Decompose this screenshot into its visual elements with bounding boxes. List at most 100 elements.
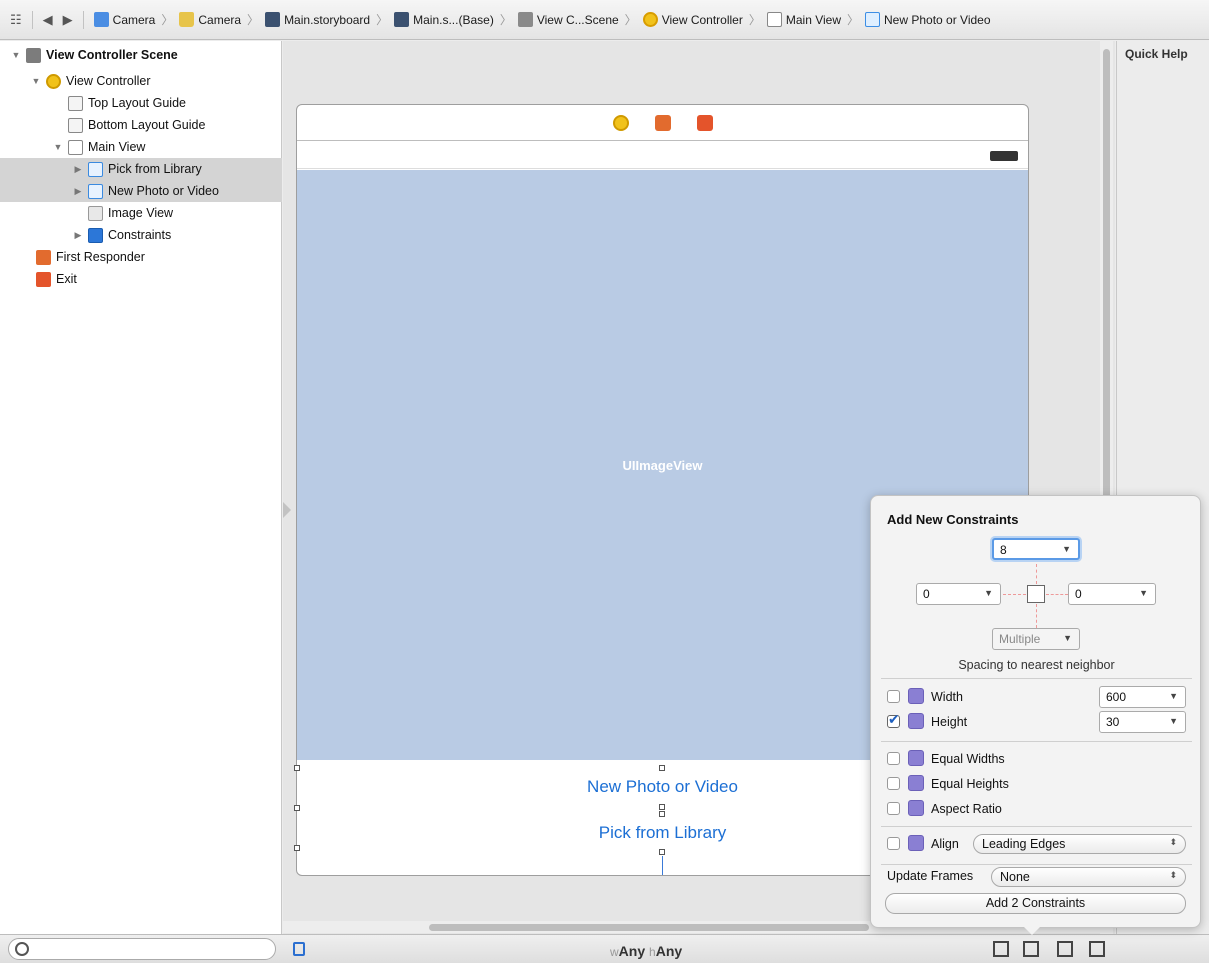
breadcrumb-scene[interactable]: View C...Scene — [517, 12, 619, 27]
outline-item-bottom-layout-guide[interactable]: Bottom Layout Guide — [0, 114, 282, 136]
breadcrumb-folder[interactable]: Camera — [179, 12, 241, 27]
pin-line-right[interactable] — [1046, 594, 1068, 595]
chevron-down-icon: ▼ — [984, 588, 993, 598]
breadcrumb-storyboard-base[interactable]: Main.s...(Base) — [394, 12, 494, 27]
view-controller-icon — [642, 12, 658, 27]
button-icon — [88, 183, 103, 199]
exit-icon — [36, 271, 51, 287]
breadcrumb-view-controller[interactable]: View Controller — [642, 12, 743, 27]
equal-heights-icon — [908, 775, 924, 791]
disclosure-closed-icon[interactable]: ▶ — [72, 186, 84, 197]
aspect-ratio-checkbox[interactable] — [887, 802, 900, 815]
width-icon — [908, 688, 924, 704]
height-combo[interactable]: 30 ▼ — [1099, 711, 1186, 733]
disclosure-open-icon[interactable]: ▼ — [10, 50, 22, 60]
exit-icon[interactable] — [696, 114, 713, 131]
resize-handle[interactable] — [294, 805, 300, 811]
resize-handle[interactable] — [294, 845, 300, 851]
outline-item-exit[interactable]: Exit — [0, 268, 282, 290]
pin-icon[interactable] — [1023, 941, 1039, 957]
left-spacing-combo[interactable]: 0 ▼ — [916, 583, 1001, 605]
first-responder-icon — [36, 249, 51, 265]
outline-item-constraints[interactable]: ▶ Constraints — [0, 224, 282, 246]
chevron-down-icon: ▼ — [1169, 716, 1178, 726]
top-spacing-combo[interactable]: 8 ▼ — [992, 538, 1080, 560]
scene-icon — [517, 12, 533, 27]
align-popup[interactable]: Leading Edges ⬍ — [973, 834, 1186, 854]
scroll-thumb[interactable] — [429, 924, 869, 931]
bottom-bar: wAny hAny — [0, 934, 1209, 963]
disclosure-open-icon[interactable]: ▼ — [52, 142, 64, 152]
resize-handle[interactable] — [659, 849, 665, 855]
align-checkbox[interactable] — [887, 837, 900, 850]
width-combo[interactable]: 600 ▼ — [1099, 686, 1186, 708]
divider — [881, 826, 1192, 827]
right-spacing-combo[interactable]: 0 ▼ — [1068, 583, 1156, 605]
battery-icon — [990, 151, 1018, 161]
resolve-issues-icon[interactable] — [1057, 941, 1073, 957]
outline-item-view-controller[interactable]: ▼ View Controller — [0, 70, 282, 92]
outline-item-scene[interactable]: ▼ View Controller Scene — [0, 44, 282, 66]
view-controller-icon — [46, 73, 61, 89]
spacing-label: Spacing to nearest neighbor — [958, 658, 1115, 672]
update-frames-popup[interactable]: None ⬍ — [991, 867, 1186, 887]
up-down-arrows-icon: ⬍ — [1169, 870, 1177, 880]
height-label: Height — [931, 715, 968, 729]
resizing-behavior-icon[interactable] — [1089, 941, 1105, 957]
pin-line-left[interactable] — [1003, 594, 1026, 595]
equal-heights-checkbox[interactable] — [887, 777, 900, 790]
equal-widths-checkbox[interactable] — [887, 752, 900, 765]
aspect-ratio-icon — [908, 800, 924, 816]
pin-line-top[interactable] — [1036, 564, 1037, 584]
view-controller-icon[interactable] — [612, 114, 629, 131]
outline-item-main-view[interactable]: ▼ Main View — [0, 136, 282, 158]
size-class-button[interactable]: wAny hAny — [610, 943, 682, 959]
document-outline: ▼ View Controller Scene ▼ View Controlle… — [0, 41, 282, 934]
popover-title: Add New Constraints — [887, 512, 1019, 527]
forward-arrow-icon[interactable]: ▶ — [63, 12, 73, 28]
filter-field[interactable] — [8, 938, 276, 960]
chevron-right-icon: 〉 — [624, 13, 637, 27]
button-icon — [865, 12, 881, 27]
resize-handle[interactable] — [659, 804, 665, 810]
divider — [31, 10, 33, 29]
outline-item-top-layout-guide[interactable]: Top Layout Guide — [0, 92, 282, 114]
add-constraints-button[interactable]: Add 2 Constraints — [885, 893, 1186, 914]
equal-widths-label: Equal Widths — [931, 752, 1005, 766]
up-down-arrows-icon: ⬍ — [1169, 837, 1177, 847]
disclosure-closed-icon[interactable]: ▶ — [72, 164, 84, 175]
chevron-right-icon: 〉 — [748, 13, 761, 27]
layout-guide-icon — [68, 95, 83, 111]
bottom-spacing-combo[interactable]: Multiple ▼ — [992, 628, 1080, 650]
chevron-down-icon: ▼ — [1169, 691, 1178, 701]
outline-item-first-responder[interactable]: First Responder — [0, 246, 282, 268]
layout-guide-icon — [68, 117, 83, 133]
divider — [881, 678, 1192, 679]
chevron-right-icon: 〉 — [847, 13, 860, 27]
add-constraints-popover: Add New Constraints 8 ▼ 0 ▼ 0 ▼ Multiple ▼ S… — [870, 495, 1201, 928]
first-responder-icon[interactable] — [654, 114, 671, 131]
align-icon[interactable] — [993, 941, 1009, 957]
disclosure-closed-icon[interactable]: ▶ — [72, 230, 84, 241]
related-items-icon[interactable]: ☷ — [10, 12, 22, 28]
resize-handle[interactable] — [659, 811, 665, 817]
pin-line-bottom[interactable] — [1036, 604, 1037, 628]
height-checkbox[interactable] — [887, 711, 900, 728]
outline-item-new-photo-or-video[interactable]: ▶ New Photo or Video — [0, 180, 282, 202]
scene-entry-arrow-icon — [283, 502, 291, 518]
chevron-right-icon: 〉 — [247, 13, 260, 27]
breadcrumb-project[interactable]: Camera — [93, 12, 155, 27]
breadcrumb-button[interactable]: New Photo or Video — [865, 12, 991, 27]
breadcrumb-storyboard[interactable]: Main.storyboard — [265, 12, 370, 27]
image-view-icon — [88, 205, 103, 221]
outline-toggle-icon[interactable] — [293, 942, 305, 956]
breadcrumb-main-view[interactable]: Main View — [766, 12, 841, 27]
width-checkbox[interactable] — [887, 690, 900, 703]
disclosure-open-icon[interactable]: ▼ — [30, 76, 42, 86]
outline-item-image-view[interactable]: Image View — [0, 202, 282, 224]
resize-handle[interactable] — [294, 765, 300, 771]
resize-handle[interactable] — [659, 765, 665, 771]
back-arrow-icon[interactable]: ◀ — [43, 12, 53, 28]
outline-item-pick-from-library[interactable]: ▶ Pick from Library — [0, 158, 282, 180]
pin-center-box — [1027, 585, 1045, 603]
